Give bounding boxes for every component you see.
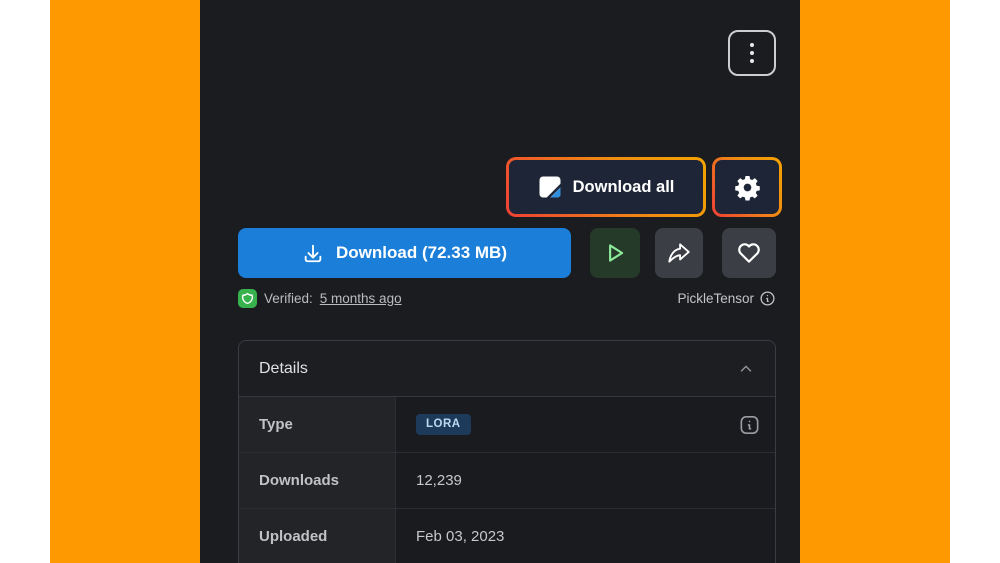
download-icon — [302, 242, 324, 264]
share-icon — [666, 240, 692, 266]
favorite-button[interactable] — [722, 228, 776, 278]
kebab-menu-icon — [750, 43, 754, 47]
row-label: Type — [239, 397, 396, 452]
row-value: 12,239 — [416, 472, 462, 489]
shield-icon — [241, 292, 254, 305]
info-square-icon[interactable] — [738, 413, 761, 436]
verified-label: Verified: — [264, 290, 313, 306]
settings-button[interactable] — [712, 157, 782, 217]
model-panel: Download all Download (72.33 MB) Verifie… — [200, 0, 800, 563]
more-options-button[interactable] — [728, 30, 776, 76]
row-label: Downloads — [239, 453, 396, 508]
download-all-button[interactable]: Download all — [506, 157, 706, 217]
download-label: Download (72.33 MB) — [336, 243, 507, 262]
details-row-downloads: Downloads 12,239 — [239, 453, 775, 509]
type-badge: LORA — [416, 413, 471, 436]
verified-badge — [238, 288, 257, 308]
verification-row: Verified: 5 months ago PickleTensor — [238, 287, 776, 309]
orange-band-right — [800, 0, 950, 563]
row-value: Feb 03, 2023 — [416, 528, 505, 545]
orange-band-left — [50, 0, 200, 563]
info-circle-icon[interactable] — [759, 290, 776, 307]
share-button[interactable] — [655, 228, 703, 278]
verified-time-link[interactable]: 5 months ago — [320, 291, 402, 306]
details-header[interactable]: Details — [239, 341, 775, 397]
details-card: Details Type LORA Downloads 12,239 Uploa… — [238, 340, 776, 563]
details-title: Details — [259, 359, 308, 377]
chevron-up-icon — [737, 360, 755, 378]
heart-icon — [736, 240, 762, 266]
download-button[interactable]: Download (72.33 MB) — [238, 228, 571, 278]
details-row-type: Type LORA — [239, 397, 775, 453]
play-icon — [602, 240, 628, 266]
gear-icon — [734, 174, 761, 201]
row-label: Uploaded — [239, 509, 396, 563]
vault-icon — [538, 175, 562, 199]
details-row-uploaded: Uploaded Feb 03, 2023 — [239, 509, 775, 563]
download-all-label: Download all — [572, 177, 675, 196]
run-model-button[interactable] — [590, 228, 640, 278]
file-format-label: PickleTensor — [677, 290, 754, 306]
